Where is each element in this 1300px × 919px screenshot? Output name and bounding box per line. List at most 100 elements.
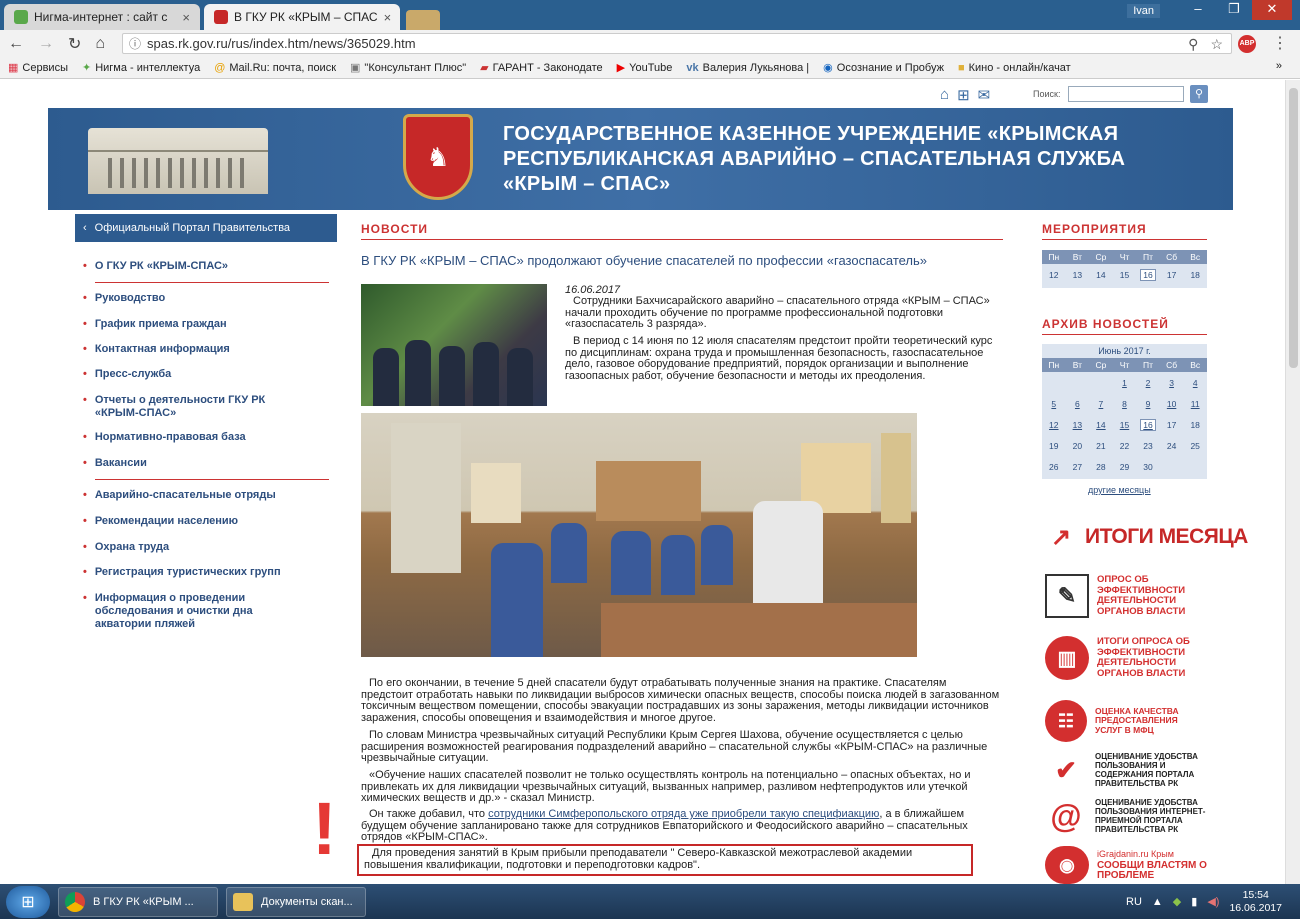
scrollbar-thumb[interactable] (1289, 88, 1298, 368)
calendar-day[interactable]: 14 (1089, 264, 1113, 285)
calendar-day[interactable]: 17 (1160, 264, 1184, 285)
mfc-quality-banner[interactable]: ☷ ОЦЕНКА КАЧЕСТВА ПРЕДОСТАВЛЕНИЯ УСЛУГ В… (1045, 700, 1207, 742)
calendar-day[interactable]: 2 (1136, 372, 1160, 393)
taskbar-chrome-window[interactable]: В ГКУ РК «КРЫМ ... (58, 886, 218, 917)
info-icon[interactable]: ⓘ (129, 35, 141, 52)
site-search-button[interactable]: ⚲ (1190, 85, 1208, 103)
tab-krym-spas[interactable]: В ГКУ РК «КРЫМ – СПАС × (204, 4, 400, 30)
sitemap-icon[interactable]: ⊞ (957, 86, 970, 104)
network-icon[interactable]: ▮ (1191, 895, 1197, 908)
other-months-link[interactable]: другие месяцы (1088, 485, 1151, 495)
page-scrollbar[interactable] (1285, 80, 1300, 884)
calendar-day[interactable]: 17 (1160, 414, 1184, 435)
calendar-day[interactable]: 3 (1160, 372, 1184, 393)
home-icon[interactable]: ⌂ (940, 86, 949, 104)
calendar-day[interactable]: 4 (1183, 372, 1207, 393)
clock[interactable]: 15:54 16.06.2017 (1229, 889, 1282, 915)
bookmark-services[interactable]: ▦ Сервисы (8, 61, 68, 75)
calendar-day[interactable]: 28 (1089, 456, 1113, 477)
bookmark-star-icon[interactable]: ☆ (1210, 36, 1223, 53)
classroom-photo[interactable] (361, 413, 917, 657)
calendar-day[interactable]: 18 (1183, 414, 1207, 435)
calendar-day[interactable]: 5 (1042, 393, 1066, 414)
forward-icon[interactable]: → (38, 35, 54, 53)
volume-icon[interactable]: ◀) (1207, 895, 1219, 908)
calendar-day[interactable]: 26 (1042, 456, 1066, 477)
adblock-extension-icon[interactable]: ABP (1238, 35, 1256, 53)
start-button[interactable]: ⊞ (6, 885, 50, 918)
month-results-banner[interactable]: ↗ ИТОГИ МЕСЯЦА (1045, 520, 1248, 554)
survey-banner[interactable]: ✎ ОПРОС ОБ ЭФФЕКТИВНОСТИ ДЕЯТЕЛЬНОСТИ ОР… (1045, 574, 1207, 618)
bookmark-garant[interactable]: ▰ ГАРАНТ - Законодате (480, 61, 603, 75)
tray-expand-icon[interactable]: ▲ (1152, 896, 1163, 908)
nav-about[interactable]: • О ГКУ РК «КРЫМ-СПАС» (83, 260, 323, 273)
calendar-day[interactable]: 24 (1160, 435, 1184, 456)
address-bar[interactable]: ⓘ spas.rk.gov.ru/rus/index.htm/news/3650… (122, 33, 1232, 54)
portal-usability-banner[interactable]: ✔ ОЦЕНИВАНИЕ УДОБСТВА ПОЛЬЗОВАНИЯ И СОДЕ… (1045, 750, 1207, 790)
close-window-icon[interactable]: ✕ (1252, 0, 1292, 20)
home-icon[interactable]: ⌂ (95, 35, 105, 53)
igrajdanin-banner[interactable]: ◉ iGrajdanin.ru Крым СООБЩИ ВЛАСТЯМ О ПР… (1045, 846, 1207, 884)
bookmark-nigma[interactable]: ✦ Нигма - интеллектуа (82, 61, 200, 75)
nav-beach-inspection[interactable]: • Информация о проведении обследования и … (83, 592, 323, 631)
bookmark-awareness[interactable]: ◉ Осознание и Пробуж (823, 61, 944, 75)
calendar-day[interactable]: 13 (1066, 414, 1090, 435)
more-bookmarks-icon[interactable]: » (1276, 60, 1282, 72)
nav-legal-base[interactable]: • Нормативно-правовая база (83, 431, 323, 444)
bookmark-consultant[interactable]: ▣ "Консультант Плюс" (350, 61, 466, 75)
calendar-day[interactable]: 27 (1066, 456, 1090, 477)
reload-icon[interactable]: ↻ (68, 34, 81, 54)
calendar-day[interactable]: 7 (1089, 393, 1113, 414)
calendar-day[interactable]: 16 (1136, 264, 1160, 285)
survey-results-banner[interactable]: ▥ ИТОГИ ОПРОСА ОБ ЭФФЕКТИВНОСТИ ДЕЯТЕЛЬН… (1045, 636, 1209, 680)
restore-icon[interactable]: ❐ (1218, 0, 1250, 20)
language-indicator[interactable]: RU (1126, 896, 1142, 908)
calendar-day[interactable]: 19 (1042, 435, 1066, 456)
calendar-day[interactable]: 14 (1089, 414, 1113, 435)
calendar-day[interactable]: 22 (1113, 435, 1137, 456)
reception-usability-banner[interactable]: @ ОЦЕНИВАНИЕ УДОБСТВА ПОЛЬЗОВАНИЯ ИНТЕРН… (1045, 796, 1207, 836)
tray-app-icon[interactable]: ◆ (1173, 895, 1181, 908)
nav-press[interactable]: • Пресс-служба (83, 368, 323, 381)
calendar-day[interactable]: 25 (1183, 435, 1207, 456)
calendar-day[interactable]: 23 (1136, 435, 1160, 456)
calendar-day[interactable]: 8 (1113, 393, 1137, 414)
zoom-icon[interactable]: ⚲ (1188, 36, 1198, 53)
calendar-day[interactable]: 29 (1113, 456, 1137, 477)
calendar-day[interactable]: 18 (1183, 264, 1207, 285)
calendar-day[interactable]: 12 (1042, 264, 1066, 285)
calendar-day[interactable]: 11 (1183, 393, 1207, 414)
nav-management[interactable]: • Руководство (83, 292, 323, 305)
calendar-day[interactable]: 30 (1136, 456, 1160, 477)
calendar-day[interactable]: 20 (1066, 435, 1090, 456)
nav-recommendations[interactable]: • Рекомендации населению (83, 515, 323, 528)
close-tab-icon[interactable]: × (182, 10, 190, 25)
bookmark-youtube[interactable]: ▶ YouTube (617, 61, 673, 75)
calendar-day[interactable]: 13 (1066, 264, 1090, 285)
browser-profile-name[interactable]: Ivan (1127, 4, 1160, 18)
nav-labor-safety[interactable]: • Охрана труда (83, 541, 323, 554)
calendar-day[interactable]: 16 (1136, 414, 1160, 435)
back-icon[interactable]: ← (8, 35, 24, 53)
calendar-day[interactable]: 1 (1113, 372, 1137, 393)
nav-reports[interactable]: • Отчеты о деятельности ГКУ РК «КРЫМ-СПАС… (83, 394, 323, 420)
minimize-icon[interactable]: – (1182, 0, 1214, 20)
taskbar-explorer-window[interactable]: Документы скан... (226, 886, 366, 917)
rescuers-outdoor-photo[interactable] (361, 284, 547, 406)
calendar-day[interactable]: 9 (1136, 393, 1160, 414)
nav-tourist-registration[interactable]: • Регистрация туристических групп (83, 566, 323, 579)
calendar-day[interactable]: 6 (1066, 393, 1090, 414)
bookmark-mailru[interactable]: @ Mail.Ru: почта, поиск (214, 62, 336, 74)
new-tab-button[interactable] (406, 10, 440, 30)
nav-rescue-units[interactable]: • Аварийно-спасательные отряды (83, 489, 323, 502)
calendar-day[interactable]: 15 (1113, 414, 1137, 435)
simferopol-unit-link[interactable]: сотрудники Симферопольского отряда уже п… (488, 808, 879, 820)
menu-kebab-icon[interactable]: ⋮ (1272, 33, 1288, 53)
tab-nigma[interactable]: Нигма-интернет : сайт с × (4, 4, 200, 30)
government-portal-link[interactable]: ‹ Официальный Портал Правительства (75, 214, 337, 242)
nav-contacts[interactable]: • Контактная информация (83, 343, 323, 356)
bookmark-vk[interactable]: vk Валерия Лукьянова | (686, 62, 809, 74)
mail-icon[interactable]: ✉ (978, 86, 991, 104)
nav-reception-schedule[interactable]: • График приема граждан (83, 318, 323, 331)
close-tab-icon[interactable]: × (384, 10, 392, 25)
